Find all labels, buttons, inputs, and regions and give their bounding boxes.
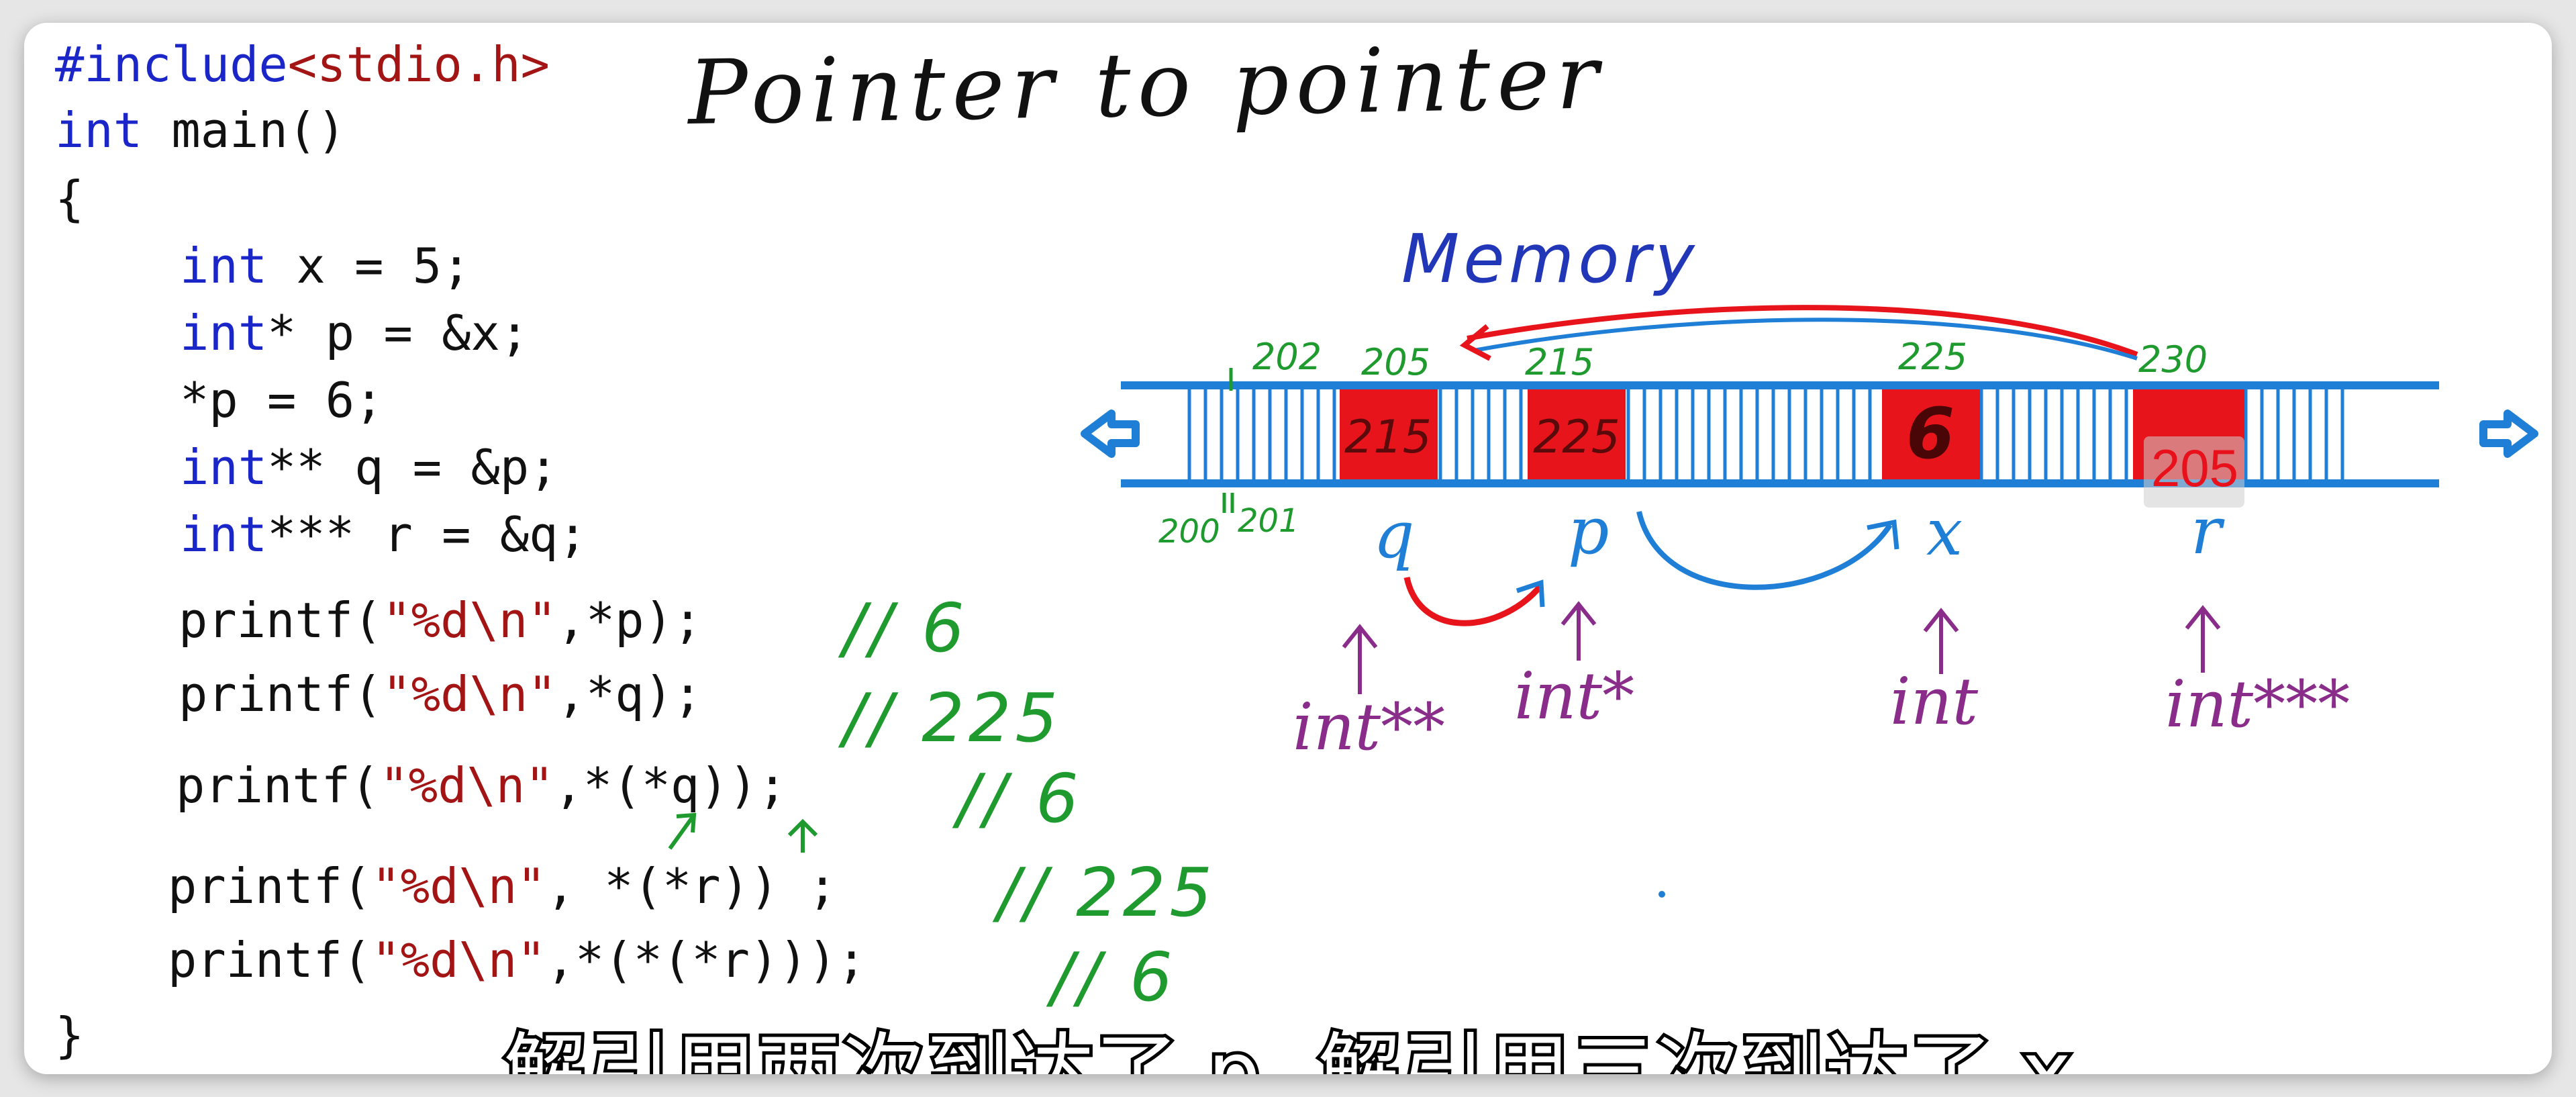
video-subtitle: 解引用两次到达了 p, 解引用三次到达了 x — [500, 1021, 2075, 1074]
output-comments: // 6 // 225 // 6 // 225 // 6 — [838, 589, 1216, 1016]
type-label-q: int** — [1293, 689, 1445, 765]
address-202: 202 — [1252, 336, 1322, 378]
var-name-q: q — [1373, 497, 1414, 573]
output-comment-1: // 6 — [838, 589, 969, 667]
type-label-r: int*** — [2165, 667, 2350, 742]
var-name-p: p — [1568, 493, 1609, 569]
output-comment-3: // 6 — [952, 759, 1083, 838]
type-label-p: int* — [1514, 659, 1634, 734]
address-215: 215 — [1525, 341, 1594, 383]
cell-value-q: 215 — [1344, 411, 1432, 464]
type-label-x: int — [1890, 664, 1979, 739]
address-205: 205 — [1361, 341, 1430, 383]
cell-value-p: 225 — [1533, 411, 1620, 464]
memory-label: Memory — [1401, 220, 1699, 298]
address-200: 200 — [1158, 513, 1220, 551]
type-arrows — [1342, 601, 2221, 694]
arrowhead-q — [1459, 324, 1491, 361]
slide: #include<stdio.h> int main() { int x = 5… — [24, 23, 2552, 1074]
cell-value-x: 6 — [1906, 393, 1954, 475]
arrow-p-to-x — [1636, 511, 1893, 590]
arrow-q-to-p — [1403, 577, 1544, 626]
title-text: Pointer to pointer — [686, 26, 1606, 145]
whiteboard-drawing: .hand { font-family: "DejaVu Serif", ser… — [668, 26, 2538, 1016]
address-ticks — [1222, 368, 1234, 513]
addresses: 202 205 215 225 230 200 201 — [1158, 336, 2208, 551]
ink-dot — [1658, 891, 1665, 898]
address-201: 201 — [1238, 502, 1299, 540]
type-labels: int** int* int int*** — [1293, 659, 2350, 765]
overlay-value: 205 — [2150, 438, 2239, 497]
output-comment-4: // 225 — [992, 853, 1216, 932]
address-225: 225 — [1898, 336, 1967, 378]
variable-names: q p x r — [1373, 493, 2225, 573]
address-230: 230 — [2138, 338, 2208, 381]
right-arrow-icon — [2479, 410, 2538, 458]
left-arrow-icon — [1081, 410, 1140, 458]
var-name-x: x — [1926, 495, 1963, 570]
output-comment-2: // 225 — [838, 679, 1062, 757]
printf-pointer-arrows — [668, 812, 818, 853]
